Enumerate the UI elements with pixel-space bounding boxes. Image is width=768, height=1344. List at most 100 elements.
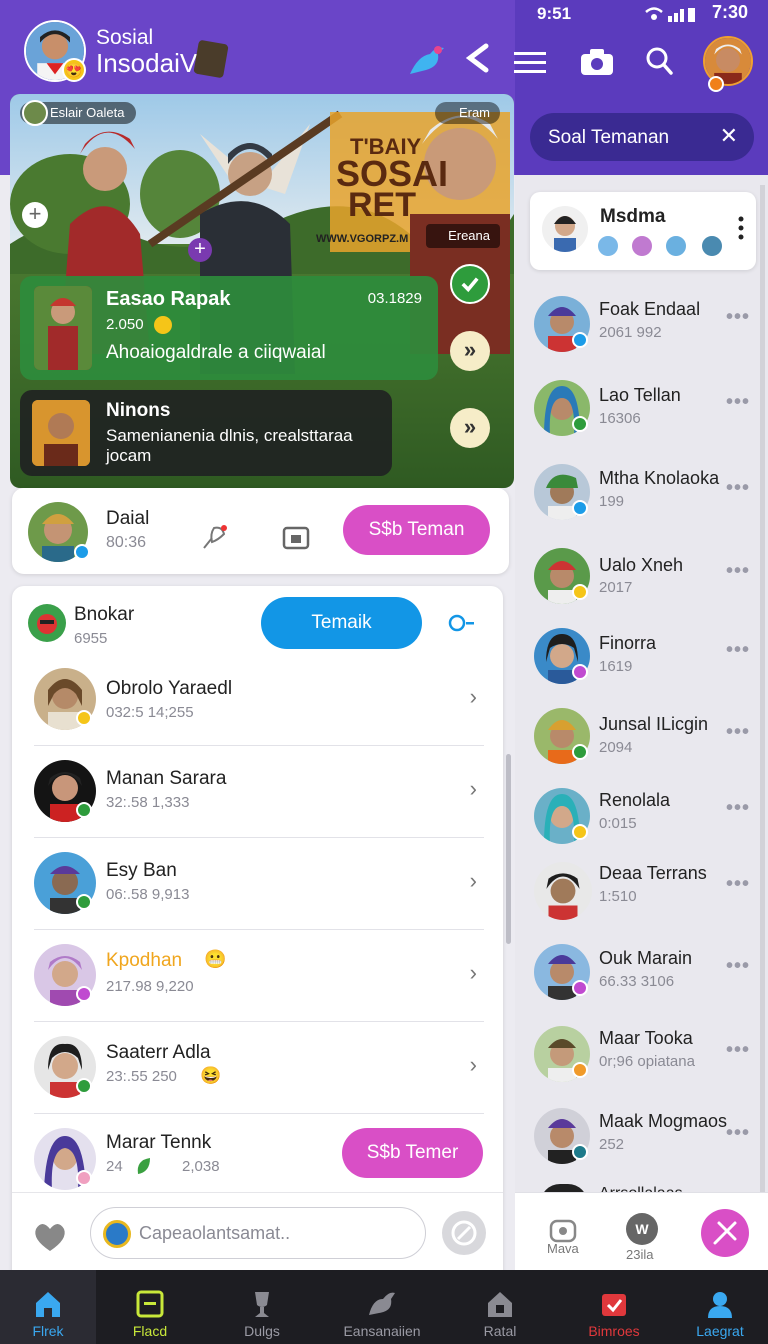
nav-item-dulgs[interactable]: Dulgs [214, 1275, 310, 1344]
send-icon[interactable] [442, 1211, 486, 1255]
check-icon[interactable] [450, 264, 490, 304]
contact-meta: 24 [106, 1158, 123, 1175]
more-icon[interactable]: ••• [726, 391, 750, 414]
contact-row[interactable]: Manan Sarara 32:.58 1,333 › [12, 752, 503, 838]
status-badge [76, 710, 92, 726]
more-icon[interactable]: ••• [726, 477, 750, 500]
search-chip[interactable]: Soal Temanan ✕ [530, 113, 754, 161]
share-icon[interactable] [462, 42, 492, 74]
status-badge [572, 744, 588, 760]
leaf-icon [134, 1156, 152, 1176]
more-icon[interactable]: ••• [726, 639, 750, 662]
chevron-right-icon[interactable]: › [470, 868, 477, 894]
member-avatar [596, 234, 620, 258]
nav-item-ratal[interactable]: Ratal [452, 1275, 548, 1344]
chevron-right-icon[interactable]: › [470, 960, 477, 986]
bird-icon[interactable] [408, 40, 446, 76]
more-icon[interactable]: ••• [726, 1039, 750, 1062]
contact-meta: 32:.58 1,333 [106, 794, 190, 811]
more-icon[interactable]: ••• [726, 1122, 750, 1145]
forward-icon-1[interactable]: » [450, 331, 490, 371]
nav-item-eansanaiien[interactable]: Eansanaiien [334, 1275, 430, 1344]
contact-name: Marar Tennk [106, 1132, 212, 1153]
flag-icon [135, 1289, 165, 1319]
right-bottom-bar: Mava W 23ila [515, 1192, 768, 1275]
group-card[interactable]: Msdma [530, 192, 756, 270]
post-card-2[interactable]: Ninons Samenianenia dlnis, crealsttaraa … [20, 390, 392, 476]
search-icon[interactable] [645, 46, 673, 76]
message-input[interactable]: Capeaolantsamat.. [90, 1207, 426, 1259]
contact-meta: 217.98 9,220 [106, 978, 194, 995]
post1-time: 03.1829 [367, 290, 422, 307]
more-icon[interactable]: ••• [726, 955, 750, 978]
contact-meta: 06:.58 9,913 [106, 886, 190, 903]
add-friend-button[interactable]: S$b Temer [342, 1128, 483, 1178]
toggle-icon[interactable] [448, 614, 478, 632]
right-item-name: Foak Endaal [599, 299, 701, 319]
right-item-meta: 2061 992 [599, 324, 662, 341]
more-icon[interactable]: ••• [726, 873, 750, 896]
more-icon[interactable]: ••• [726, 560, 750, 583]
right-item-name: Renolala [599, 790, 671, 810]
heart-icon[interactable] [30, 1219, 70, 1255]
nav-item-laegrat[interactable]: Laegrat [672, 1275, 768, 1344]
post1-count: 2.050 [106, 316, 144, 333]
contact-meta: 23:.55 250 [106, 1068, 177, 1085]
daial-card[interactable]: Daial 80:36 S$b Teman [12, 488, 509, 574]
right-item-meta: 0:015 [599, 815, 637, 832]
right-item-name: Deaa Terrans [599, 863, 707, 883]
status-badge [572, 500, 588, 516]
home-icon [33, 1289, 63, 1319]
list-header-meta: 6955 [74, 630, 108, 647]
banner-url: WWW.VGORPZ.M [316, 233, 408, 245]
post1-title: Easao Rapak [106, 288, 231, 310]
post-card-1[interactable]: Easao Rapak 03.1829 2.050 Ahoaiogaldrale… [20, 276, 438, 380]
menu-icon[interactable] [514, 50, 546, 74]
more-icon[interactable]: ••• [726, 306, 750, 329]
right-scrollbar[interactable] [760, 185, 765, 1265]
chevron-right-icon[interactable]: › [470, 776, 477, 802]
contact-name-highlight: Kpodhan [106, 950, 183, 971]
coin-icon [154, 316, 172, 334]
plus-badge-icon[interactable]: + [188, 238, 212, 262]
nav-item-bimroes[interactable]: Bimroes [566, 1275, 662, 1344]
media-icon[interactable] [282, 526, 310, 550]
nav-label: Eansanaiien [343, 1323, 421, 1339]
follow-button[interactable]: Temaik [261, 597, 422, 649]
contact-row[interactable]: Saaterr Adla 23:.55 250 😆 › [12, 1028, 503, 1114]
right-item-meta: 252 [599, 1136, 625, 1153]
status-badge [572, 980, 588, 996]
contact-row[interactable]: Kpodhan 😬 217.98 9,220 › [12, 936, 503, 1022]
add-friend-button[interactable]: S$b Teman [343, 505, 490, 555]
divider [34, 1113, 484, 1114]
daial-name: Daial [106, 508, 150, 529]
pin-icon[interactable] [200, 522, 230, 552]
box-icon[interactable] [548, 1215, 578, 1243]
status-badge [76, 802, 92, 818]
contact-name: Manan Sarara [106, 768, 227, 789]
status-badge [76, 1078, 92, 1094]
nav-item-flacd[interactable]: Flacd [102, 1275, 198, 1344]
contact-row[interactable]: Marar Tennk 24 2,038 S$b Temer [12, 1120, 503, 1196]
compose-icon[interactable] [701, 1209, 749, 1257]
contact-row[interactable]: Obrolo Yaraedl 032:5 14;255 › [12, 660, 503, 746]
sticker-icon[interactable] [103, 1220, 131, 1248]
more-icon[interactable]: ••• [726, 797, 750, 820]
chevron-right-icon[interactable]: › [470, 684, 477, 710]
more-vertical-icon[interactable] [738, 216, 744, 240]
contact-row[interactable]: Esy Ban 06:.58 9,913 › [12, 844, 503, 930]
more-icon[interactable]: ••• [726, 721, 750, 744]
camera-icon[interactable] [580, 48, 614, 76]
group-title: Msdma [600, 206, 666, 227]
right-bottom-label-b: 23ila [626, 1247, 654, 1262]
close-icon[interactable]: ✕ [720, 123, 738, 149]
divider [34, 1021, 484, 1022]
nav-label: Flacd [132, 1323, 168, 1339]
w-icon[interactable]: W [626, 1213, 658, 1245]
nav-item-home[interactable]: Flrek [0, 1275, 96, 1344]
forward-icon-2[interactable]: » [450, 408, 490, 448]
app-title-line2: InsodaiV [96, 48, 198, 78]
scrollbar[interactable] [506, 754, 511, 944]
chevron-right-icon[interactable]: › [470, 1052, 477, 1078]
add-icon[interactable]: + [22, 202, 48, 228]
